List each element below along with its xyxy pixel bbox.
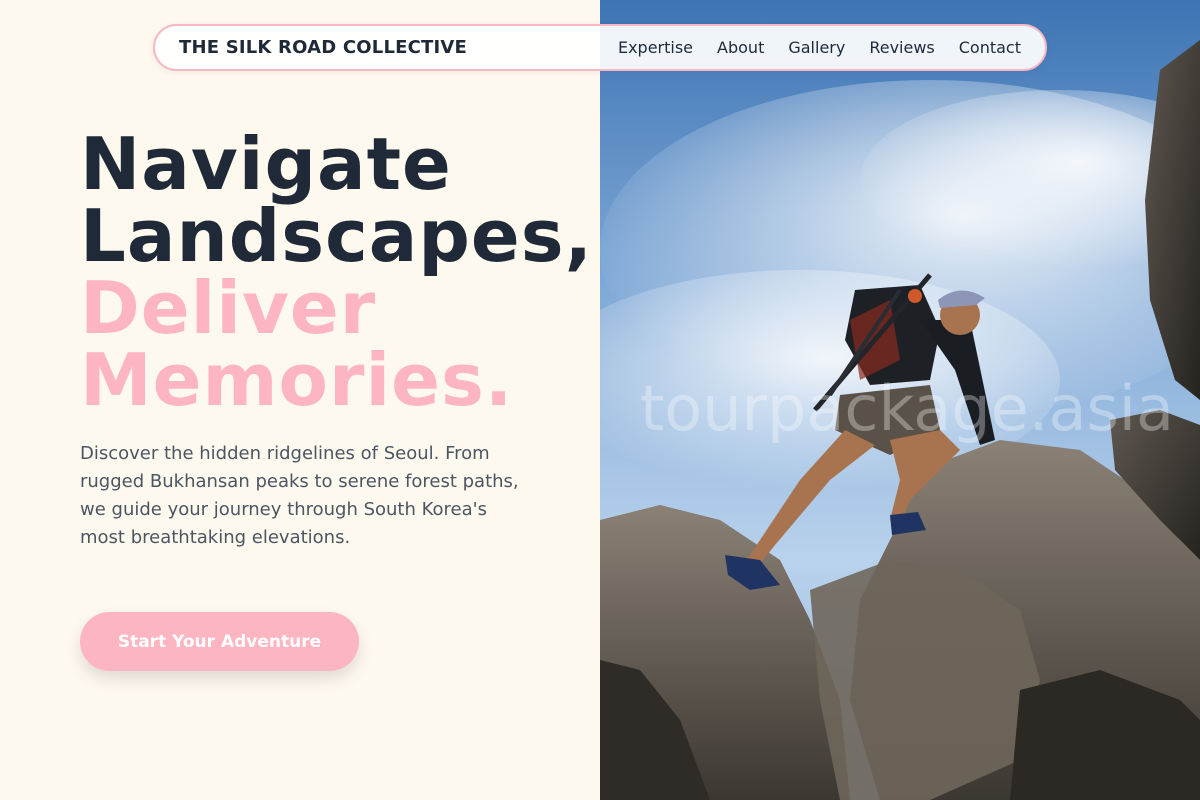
nav-link-reviews[interactable]: Reviews	[869, 38, 934, 57]
brand-logo[interactable]: THE SILK ROAD COLLECTIVE	[179, 37, 467, 58]
headline-line-2: Landscapes,	[80, 194, 593, 278]
headline-accent-line-1: Deliver	[80, 266, 377, 350]
hero-headline: Navigate Landscapes, Deliver Memories.	[80, 128, 600, 416]
navigation-bar: THE SILK ROAD COLLECTIVE Expertise About…	[153, 24, 1047, 71]
nav-links: Expertise About Gallery Reviews Contact	[618, 38, 1021, 57]
nav-link-contact[interactable]: Contact	[959, 38, 1021, 57]
headline-line-1: Navigate	[80, 122, 452, 206]
nav-link-gallery[interactable]: Gallery	[788, 38, 845, 57]
hero-description: Discover the hidden ridgelines of Seoul.…	[80, 443, 519, 548]
nav-link-expertise[interactable]: Expertise	[618, 38, 693, 57]
nav-link-about[interactable]: About	[717, 38, 764, 57]
start-adventure-button[interactable]: Start Your Adventure	[80, 612, 359, 671]
headline-accent-line-2: Memories.	[80, 338, 514, 422]
watermark-text: tourpackage.asia	[640, 372, 1174, 445]
